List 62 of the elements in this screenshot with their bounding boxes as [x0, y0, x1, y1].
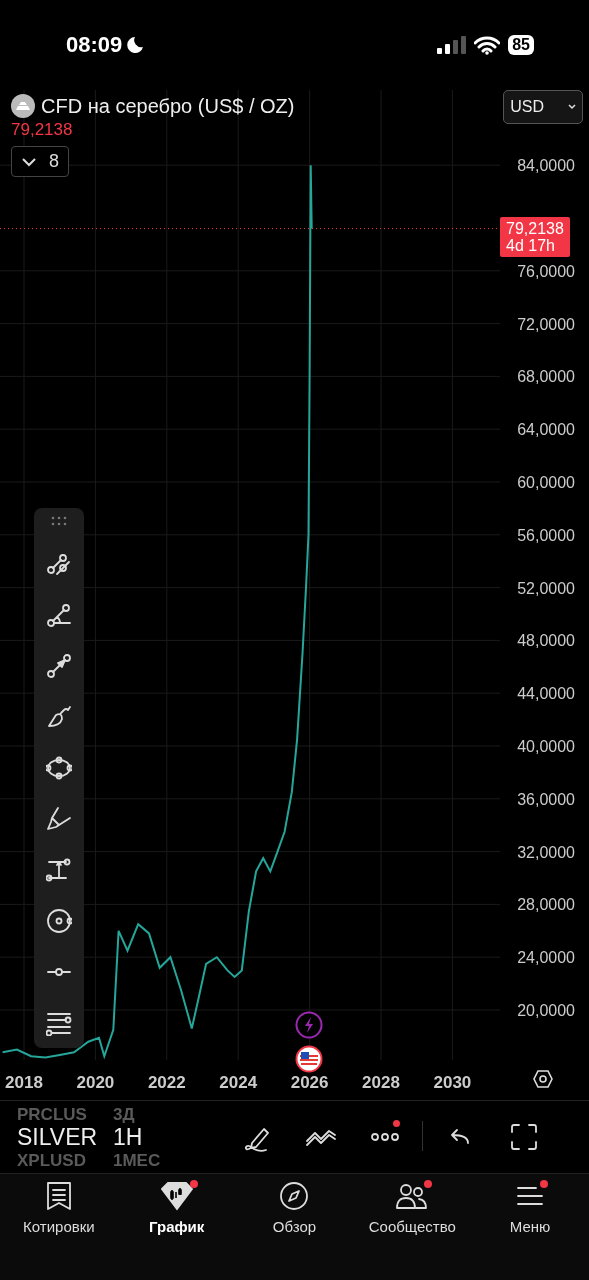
brush-tool-icon[interactable] — [46, 704, 72, 730]
price-axis-label: 48,0000 — [517, 632, 575, 650]
time-axis-label: 2018 — [5, 1073, 43, 1092]
arrow-tool-icon[interactable] — [46, 653, 72, 679]
price-axis-label: 68,0000 — [517, 368, 575, 386]
fullscreen-icon[interactable] — [510, 1123, 538, 1151]
nav-tab[interactable]: Обзор — [235, 1174, 354, 1280]
price-axis-label: 64,0000 — [517, 421, 575, 439]
moon-icon — [126, 36, 145, 54]
time-axis-label: 2026 — [290, 1073, 329, 1092]
ellipse-tool-icon[interactable] — [46, 755, 72, 781]
compass-icon — [279, 1181, 310, 1211]
price-axis-label: 52,0000 — [517, 579, 575, 597]
price-axis-label: 32,0000 — [517, 843, 575, 861]
symbol-title[interactable]: CFD на серебро (US$ / OZ) — [41, 94, 295, 118]
wifi-icon — [474, 35, 501, 55]
nav-tab[interactable]: Сообщество — [353, 1174, 472, 1280]
indicators-toggle[interactable]: 8 — [11, 146, 69, 177]
settings-icon[interactable] — [533, 1069, 553, 1089]
interval-option[interactable]: 1H — [113, 1125, 143, 1149]
signal-icon — [436, 36, 467, 54]
flag-icon[interactable] — [295, 1045, 323, 1073]
time-axis-label: 2030 — [433, 1073, 472, 1092]
lightning-icon[interactable] — [295, 1011, 323, 1039]
time-axis-label: 2028 — [362, 1073, 400, 1092]
chart-icon — [159, 1181, 194, 1211]
last-price: 79,2138 — [11, 120, 74, 140]
price-axis-label: 60,0000 — [517, 474, 575, 491]
nav-tab[interactable]: График — [117, 1174, 236, 1280]
time-axis-label: 2024 — [219, 1073, 258, 1092]
price-axis-label: 20,0000 — [517, 1002, 575, 1019]
people-icon — [396, 1182, 429, 1210]
price-axis-label: 72,0000 — [517, 315, 575, 333]
price-axis-label: 24,0000 — [517, 949, 575, 967]
chevron-down-icon — [21, 156, 37, 167]
chevron-down-icon — [568, 104, 576, 110]
symbol-logo-icon — [11, 94, 35, 118]
price-axis-label: 36,0000 — [517, 790, 575, 808]
measure-tool-icon[interactable] — [46, 857, 72, 883]
price-axis-label: 56,0000 — [517, 526, 575, 544]
time-axis-label: 2020 — [76, 1073, 115, 1092]
time-axis-label: 2022 — [147, 1073, 186, 1092]
menu-icon — [516, 1184, 545, 1208]
price-axis-label: 28,0000 — [517, 896, 575, 914]
price-tag: 79,2138 4d 17h — [500, 216, 570, 257]
price-axis-label: 76,0000 — [517, 262, 575, 280]
drag-handle-icon[interactable] — [51, 516, 67, 526]
circle-tool-icon[interactable] — [46, 908, 72, 934]
price-axis-label: 44,0000 — [517, 685, 575, 703]
lines-tool-icon[interactable] — [46, 1010, 72, 1036]
battery-level: 85 — [508, 35, 534, 55]
nav-tab[interactable]: Меню — [471, 1174, 589, 1280]
symbol-option[interactable]: SILVER — [17, 1125, 98, 1149]
nav-tab[interactable]: Котировки — [0, 1174, 118, 1280]
price-axis-label: 84,0000 — [517, 157, 575, 175]
price-axis-label: 40,0000 — [517, 738, 575, 755]
clock-time: 08:09 — [66, 32, 123, 58]
currency-select[interactable]: USD — [503, 90, 583, 124]
highlighter-tool-icon[interactable] — [46, 806, 72, 832]
parallel-lines-tool-icon[interactable] — [46, 551, 72, 577]
angle-tool-icon[interactable] — [46, 602, 72, 628]
list-icon — [45, 1181, 72, 1211]
